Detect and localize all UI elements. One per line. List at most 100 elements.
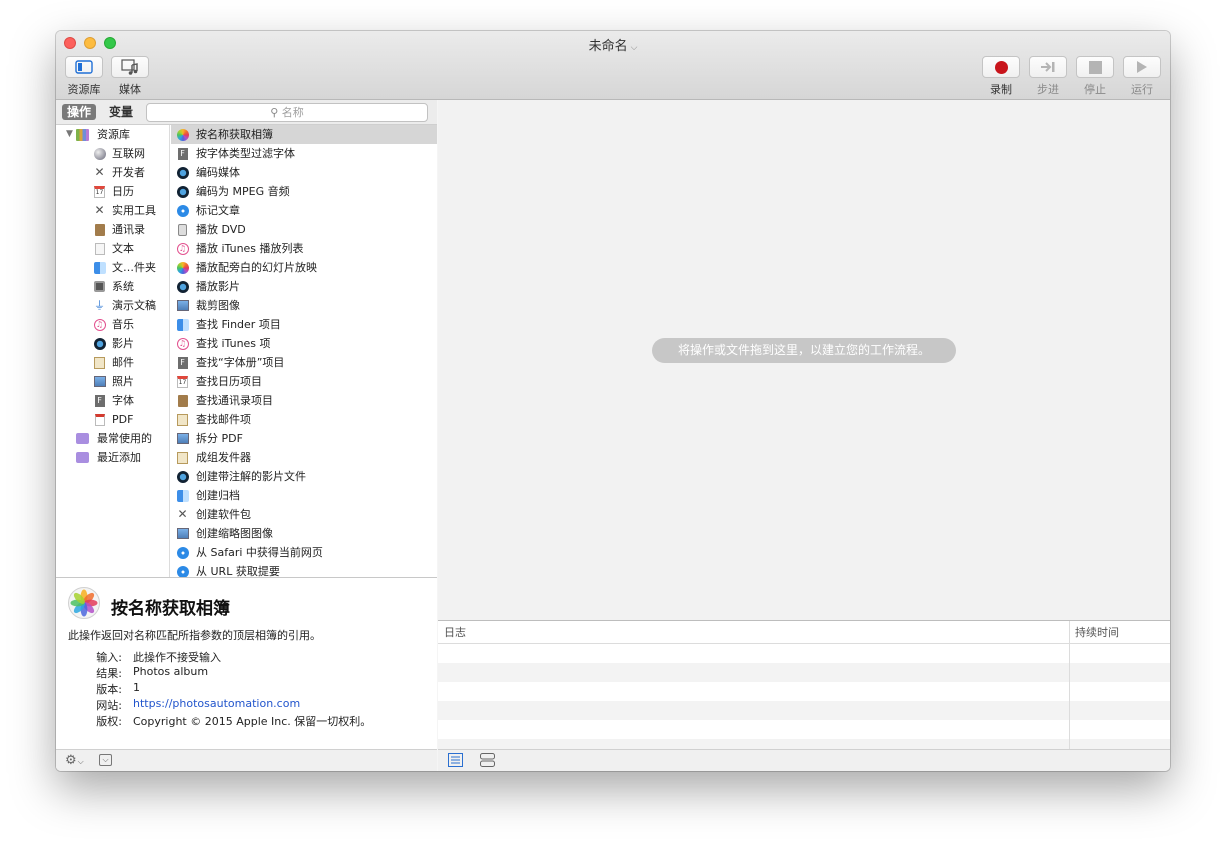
category-label: 照片 (112, 375, 134, 388)
mail-icon (176, 413, 189, 426)
action-item[interactable]: 查找 Finder 项目 (171, 315, 437, 334)
record-button[interactable] (982, 56, 1020, 78)
action-item[interactable]: 从 URL 获取提要 (171, 562, 437, 577)
action-item[interactable]: 成组发件器 (171, 448, 437, 467)
run-button[interactable] (1123, 56, 1161, 78)
action-item[interactable]: 从 Safari 中获得当前网页 (171, 543, 437, 562)
stop-button[interactable] (1076, 56, 1114, 78)
action-item[interactable]: ✕ 创建软件包 (171, 505, 437, 524)
action-item[interactable]: 17 查找日历项目 (171, 372, 437, 391)
action-item[interactable]: ♫ 查找 iTunes 项 (171, 334, 437, 353)
copyright-key: 版权: (96, 715, 122, 728)
category-item[interactable]: 影片 (56, 334, 169, 353)
action-item[interactable]: 编码媒体 (171, 163, 437, 182)
action-item[interactable]: 播放影片 (171, 277, 437, 296)
website-link[interactable]: https://photosautomation.com (133, 697, 300, 710)
finder-icon (93, 261, 106, 274)
chevron-down-icon: ⌵ (102, 755, 109, 764)
smart-folder-icon (76, 451, 89, 464)
show-variables-button[interactable] (480, 753, 495, 770)
action-label: 查找邮件项 (196, 413, 251, 426)
quicktime-icon (176, 166, 189, 179)
action-item[interactable]: ♫ 播放 iTunes 播放列表 (171, 239, 437, 258)
window-title[interactable]: 未命名 ⌵ (56, 35, 1170, 54)
library-pane: 操作 变量 ⚲ 名称 ▼ 资源库 互联网 ✕ 开发者 17 日历 ✕ 实用工具 通讯录 文本 文…件夹… (56, 100, 437, 771)
category-item[interactable]: 互联网 (56, 144, 169, 163)
dvd-player-icon (176, 223, 189, 236)
action-item[interactable]: 创建归档 (171, 486, 437, 505)
log-column-header[interactable]: 日志 (444, 621, 466, 644)
category-item[interactable]: 邮件 (56, 353, 169, 372)
workflow-area[interactable]: 将操作或文件拖到这里，以建立您的工作流程。 (438, 100, 1170, 620)
record-icon (994, 60, 1008, 74)
show-description-button[interactable]: ⌵ (99, 754, 112, 766)
action-item[interactable]: 编码为 MPEG 音频 (171, 182, 437, 201)
media-button[interactable] (111, 56, 149, 78)
category-item[interactable]: PDF (56, 410, 169, 429)
font-book-icon: F (176, 147, 189, 160)
category-item[interactable]: F 字体 (56, 391, 169, 410)
action-item[interactable]: 创建缩略图图像 (171, 524, 437, 543)
category-label: 开发者 (112, 166, 145, 179)
action-item[interactable]: 拆分 PDF (171, 429, 437, 448)
gear-menu-button[interactable]: ⚙⌵ (65, 753, 84, 768)
category-item[interactable]: 最近添加 (56, 448, 169, 467)
action-item[interactable]: 按名称获取相簿 (171, 125, 437, 144)
search-icon: ⚲ (270, 106, 279, 119)
action-list[interactable]: 按名称获取相簿 F 按字体类型过滤字体编码媒体编码为 MPEG 音频标记文章播放 D… (171, 125, 437, 577)
category-item[interactable]: ⏚ 演示文稿 (56, 296, 169, 315)
action-item[interactable]: 查找邮件项 (171, 410, 437, 429)
category-item[interactable]: 通讯录 (56, 220, 169, 239)
category-item[interactable]: ✕ 开发者 (56, 163, 169, 182)
automator-window: 未命名 ⌵ 资源库 媒体 录制 步进 停止 运行 操作 变量 ⚲ 名称 ▼ 资源… (56, 31, 1170, 771)
category-item[interactable]: 文…件夹 (56, 258, 169, 277)
chevron-down-icon: ⌵ (77, 757, 84, 766)
category-list[interactable]: ▼ 资源库 互联网 ✕ 开发者 17 日历 ✕ 实用工具 通讯录 文本 文…件夹 系统 ⏚ 演示文稿 ♫ 音乐影… (56, 125, 170, 577)
category-item[interactable]: 17 日历 (56, 182, 169, 201)
action-item[interactable]: 播放配旁白的幻灯片放映 (171, 258, 437, 277)
category-item[interactable]: 最常使用的 (56, 429, 169, 448)
show-log-button[interactable] (448, 753, 463, 770)
description-summary: 此操作返回对名称匹配所指参数的顶层相簿的引用。 (68, 629, 321, 642)
action-item[interactable]: 标记文章 (171, 201, 437, 220)
action-label: 查找 Finder 项目 (196, 318, 281, 331)
action-item[interactable]: 播放 DVD (171, 220, 437, 239)
step-button[interactable] (1029, 56, 1067, 78)
contacts-icon (176, 394, 189, 407)
smart-folder-icon (76, 432, 89, 445)
tools-icon: ✕ (94, 203, 105, 217)
action-item[interactable]: 查找通讯录项目 (171, 391, 437, 410)
action-item[interactable]: 创建带注解的影片文件 (171, 467, 437, 486)
preview-icon (176, 299, 189, 312)
search-input[interactable]: ⚲ 名称 (146, 103, 428, 122)
preview-icon (176, 527, 189, 540)
tab-actions[interactable]: 操作 (62, 104, 97, 120)
movie-icon (93, 337, 106, 350)
mail-icon (176, 451, 189, 464)
mail-icon (93, 356, 106, 369)
library-button[interactable] (65, 56, 103, 78)
action-item[interactable]: F 查找“字体册”项目 (171, 353, 437, 372)
log-table[interactable]: 日志 持续时间 (438, 620, 1170, 758)
disclosure-triangle-icon[interactable]: ▼ (63, 128, 76, 141)
log-row (438, 720, 1170, 739)
category-item[interactable]: ▼ 资源库 (56, 125, 169, 144)
text-icon (93, 242, 106, 255)
result-value: Photos album (133, 665, 209, 678)
action-item[interactable]: 裁剪图像 (171, 296, 437, 315)
category-item[interactable]: ♫ 音乐 (56, 315, 169, 334)
category-item[interactable]: 照片 (56, 372, 169, 391)
column-divider[interactable] (1069, 621, 1070, 750)
action-item[interactable]: F 按字体类型过滤字体 (171, 144, 437, 163)
tools-icon: ✕ (94, 165, 105, 179)
category-item[interactable]: 文本 (56, 239, 169, 258)
category-item[interactable]: ✕ 实用工具 (56, 201, 169, 220)
action-label: 标记文章 (196, 204, 240, 217)
duration-column-header[interactable]: 持续时间 (1075, 621, 1119, 644)
library-footer: ⚙⌵ ⌵ (56, 749, 437, 771)
action-label: 编码媒体 (196, 166, 240, 179)
action-label: 按名称获取相簿 (196, 128, 273, 141)
tab-variables[interactable]: 变量 (104, 104, 138, 120)
category-item[interactable]: 系统 (56, 277, 169, 296)
action-description: 按名称获取相簿 此操作返回对名称匹配所指参数的顶层相簿的引用。 输入: 此操作不… (56, 577, 437, 749)
